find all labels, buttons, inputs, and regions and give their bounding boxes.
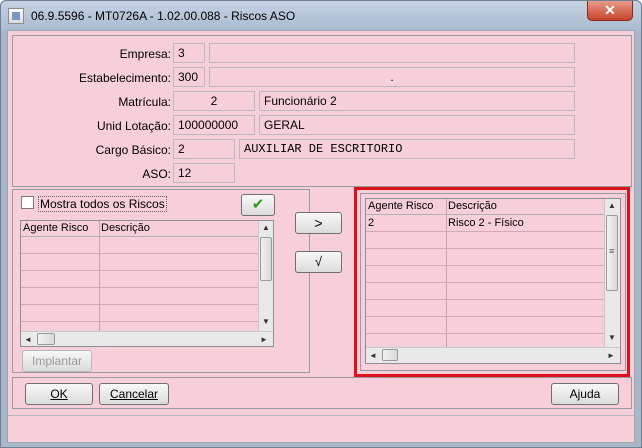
available-grid-hscroll[interactable]: ◄ ► xyxy=(21,331,273,346)
estabelecimento-label: Estabelecimento: xyxy=(78,71,171,85)
matricula-code-text: 2 xyxy=(210,94,218,108)
remove-icon: √ xyxy=(314,254,323,269)
available-risks-grid[interactable]: Agente Risco Descrição ▲ ▼ ◄ ► xyxy=(20,220,274,347)
scroll-right-icon[interactable]: ► xyxy=(260,335,268,344)
empty-row xyxy=(21,254,259,271)
add-risk-button[interactable]: > xyxy=(295,212,342,234)
remove-risk-button[interactable]: √ xyxy=(295,251,342,273)
col-descricao[interactable]: Descrição xyxy=(99,221,152,237)
empresa-code-field[interactable]: 3 xyxy=(173,43,205,63)
checkmark-icon: ✔ xyxy=(251,196,265,213)
scroll-down-icon[interactable]: ▼ xyxy=(262,317,270,326)
employee-info-panel: Empresa: 3 Estabelecimento: 300 . Matríc… xyxy=(12,35,632,187)
close-icon: ✕ xyxy=(604,2,616,18)
unid-lotacao-label: Unid Lotação: xyxy=(96,119,171,133)
empty-row xyxy=(21,288,259,305)
available-grid-vscroll[interactable]: ▲ ▼ xyxy=(258,221,273,331)
scroll-up-icon[interactable]: ▲ xyxy=(262,223,270,232)
empty-row xyxy=(21,237,259,254)
confirm-filter-button[interactable]: ✔ xyxy=(241,194,275,216)
dialog-client: Empresa: 3 Estabelecimento: 300 . Matríc… xyxy=(7,30,635,443)
aso-code-field[interactable]: 12 xyxy=(173,163,235,183)
cargo-basico-desc-field[interactable]: AUXILIAR DE ESCRITORIO xyxy=(239,139,575,159)
available-risks-panel: Mostra todos os Riscos ✔ Agente Risco De… xyxy=(12,189,310,373)
estabelecimento-desc-text: . xyxy=(390,70,394,84)
matricula-label: Matrícula: xyxy=(118,95,171,109)
scroll-left-icon[interactable]: ◄ xyxy=(24,335,32,344)
show-all-risks-label[interactable]: Mostra todos os Riscos xyxy=(38,196,167,212)
cargo-basico-code-field[interactable]: 2 xyxy=(173,139,235,159)
empty-row xyxy=(21,305,259,322)
estabelecimento-code-field[interactable]: 300 xyxy=(173,67,205,87)
close-button[interactable]: ✕ xyxy=(587,1,633,21)
window: 06.9.5596 - MT0726A - 1.02.00.088 - Risc… xyxy=(0,0,642,448)
help-button[interactable]: Ajuda xyxy=(551,383,619,405)
scroll-thumb[interactable] xyxy=(260,237,272,281)
status-bar xyxy=(8,415,634,442)
aso-label: ASO: xyxy=(142,167,171,181)
footer-panel: OK Cancelar Ajuda xyxy=(12,377,632,409)
col-agente-risco[interactable]: Agente Risco xyxy=(21,221,99,237)
empty-row xyxy=(21,271,259,288)
matricula-desc-field[interactable]: Funcionário 2 xyxy=(259,91,575,111)
cancel-label: Cancelar xyxy=(109,387,159,401)
available-grid-header: Agente Risco Descrição xyxy=(21,221,273,237)
title-bar[interactable]: 06.9.5596 - MT0726A - 1.02.00.088 - Risc… xyxy=(1,1,641,31)
scroll-thumb[interactable] xyxy=(37,333,55,345)
matricula-code-field[interactable]: 2 xyxy=(173,91,255,111)
selection-highlight-box xyxy=(354,187,630,377)
empresa-label: Empresa: xyxy=(119,47,171,61)
estabelecimento-desc-field[interactable]: . xyxy=(209,67,575,87)
ok-button[interactable]: OK xyxy=(25,383,93,405)
window-title: 06.9.5596 - MT0726A - 1.02.00.088 - Risc… xyxy=(31,9,296,23)
chevron-right-icon: > xyxy=(314,215,323,231)
cancel-button[interactable]: Cancelar xyxy=(99,383,169,405)
app-icon xyxy=(8,8,24,24)
ok-label: OK xyxy=(50,387,68,401)
cargo-basico-label: Cargo Básico: xyxy=(95,143,171,157)
unid-lotacao-desc-field[interactable]: GERAL xyxy=(259,115,575,135)
empresa-desc-field[interactable] xyxy=(209,43,575,63)
show-all-risks-checkbox[interactable] xyxy=(21,196,34,209)
implantar-button[interactable]: Implantar xyxy=(22,350,92,372)
unid-lotacao-code-field[interactable]: 100000000 xyxy=(173,115,255,135)
